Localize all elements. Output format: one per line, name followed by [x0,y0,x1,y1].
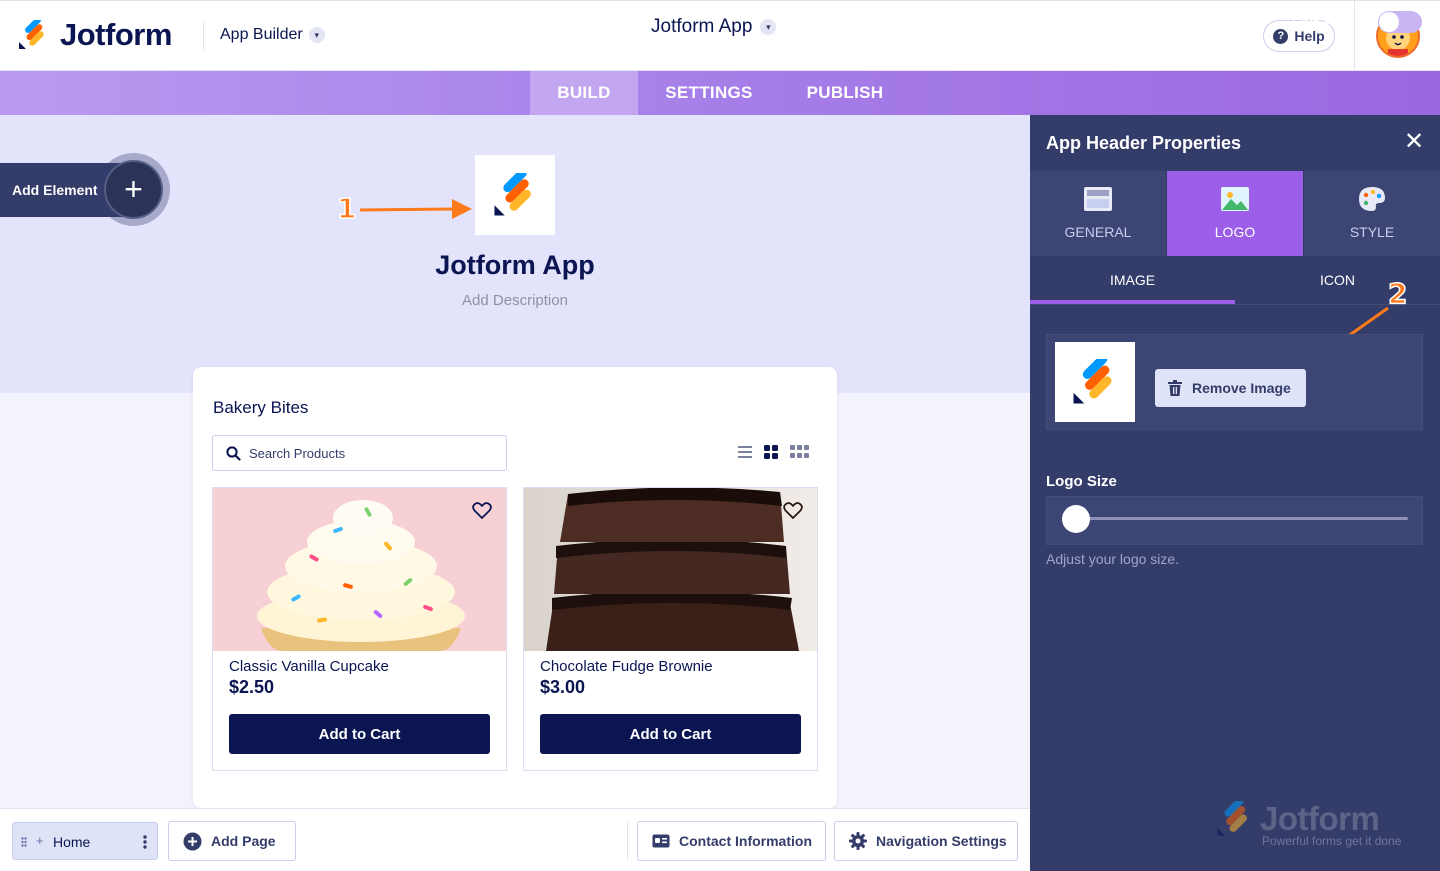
contact-information-button[interactable]: Contact Information [637,821,826,861]
add-element-label: Add Element [12,182,98,198]
tab-logo[interactable]: LOGO [1167,171,1303,256]
add-circle-icon [183,832,202,850]
jotform-logo-icon [1073,359,1112,404]
tab-settings[interactable]: SETTINGS [650,71,768,115]
jotform-logo[interactable]: Jotform [18,17,172,53]
watermark-brand: Jotform [1260,800,1380,837]
add-element-button[interactable]: + [104,160,163,219]
app-title-dropdown[interactable]: Jotform App ▾ [651,16,777,38]
subtab-image[interactable]: IMAGE [1030,256,1235,304]
tab-publish[interactable]: PUBLISH [790,71,900,115]
app-description[interactable]: Add Description [360,292,670,309]
app-title: Jotform App [651,16,753,37]
annotation-number-1: 1 [336,191,357,226]
favorite-heart-icon[interactable] [472,502,492,520]
add-page-label: Add Page [211,833,276,849]
navigation-settings-label: Navigation Settings [876,833,1007,849]
page-plus-icon: + [36,833,44,848]
product-price: $3.00 [540,677,586,697]
jotform-logo-icon [494,173,531,216]
product-card-brownie[interactable]: Chocolate Fudge Brownie $3.00 Add to Car… [523,487,818,771]
close-icon[interactable]: ✕ [1404,130,1424,154]
app-builder-dropdown[interactable]: App Builder ▾ [220,26,325,44]
brand-name: Jotform [60,17,172,52]
logo-size-field [1046,496,1423,545]
jotform-logo-icon [19,20,44,49]
view-toggle-group [738,445,810,459]
palette-icon [1359,187,1385,211]
product-name: Chocolate Fudge Brownie [540,658,713,675]
chevron-down-icon: ▾ [308,27,325,43]
product-price: $2.50 [229,677,275,697]
favorite-heart-icon[interactable] [783,502,803,520]
app-name[interactable]: Jotform App [360,250,670,281]
compact-grid-icon[interactable] [790,445,810,459]
contact-card-icon [652,834,670,848]
grid-view-icon[interactable] [764,445,778,459]
bottom-separator [627,822,628,860]
more-options-icon[interactable] [143,835,147,849]
toggle-knob [1379,12,1399,32]
search-input[interactable]: Search Products [212,435,507,471]
watermark-tagline: Powerful forms get it done [1262,834,1402,848]
gear-icon [849,832,867,850]
builder-nav: BUILD SETTINGS PUBLISH [0,71,1440,115]
annotation-arrow-1 [359,199,472,219]
app-logo[interactable] [475,155,555,235]
live-preview-toggle[interactable] [1378,11,1422,33]
chevron-down-icon: ▾ [760,19,777,35]
plus-icon: + [124,171,143,207]
search-icon [226,446,241,461]
logo-size-slider-handle[interactable] [1062,505,1090,533]
image-icon [1221,187,1249,211]
logo-size-hint: Adjust your logo size. [1046,551,1180,567]
page-label: Home [53,834,91,850]
header-separator [1354,0,1355,71]
drag-handle-icon[interactable] [21,837,27,847]
contact-information-label: Contact Information [679,833,812,849]
add-to-cart-button[interactable]: Add to Cart [229,714,490,754]
panel-divider [1030,304,1440,305]
trash-icon [1168,380,1182,396]
jotform-watermark-icon [1217,801,1247,836]
add-to-cart-button[interactable]: Add to Cart [540,714,801,754]
product-card-cupcake[interactable]: Classic Vanilla Cupcake $2.50 Add to Car… [212,487,507,771]
app-builder-label: App Builder [220,26,303,43]
help-icon: ? [1273,28,1289,44]
logo-size-label: Logo Size [1046,473,1117,490]
tab-style[interactable]: STYLE [1304,171,1440,256]
add-page-button[interactable]: Add Page [168,821,296,861]
live-preview-label: Live Preview [1292,14,1377,30]
header-divider [203,22,204,50]
help-label: Help [1294,28,1325,44]
tab-general[interactable]: GENERAL [1030,171,1166,256]
search-placeholder: Search Products [249,446,346,461]
cupcake-image [213,488,506,651]
tab-style-label: STYLE [1349,224,1395,240]
logo-subtabs: IMAGE ICON [1030,256,1440,304]
logo-thumbnail [1055,342,1135,422]
product-name: Classic Vanilla Cupcake [229,658,389,675]
brownie-image [524,488,817,651]
jotform-watermark: Jotform [1216,800,1380,838]
remove-image-button[interactable]: Remove Image [1155,369,1306,407]
tab-build[interactable]: BUILD [530,71,638,115]
layout-icon [1084,187,1112,211]
remove-image-label: Remove Image [1192,380,1291,396]
panel-title: App Header Properties [1046,133,1242,153]
page-tab-home[interactable]: + Home [12,822,158,860]
navigation-settings-button[interactable]: Navigation Settings [834,821,1018,861]
subtab-icon[interactable]: ICON [1235,256,1440,304]
tab-logo-label: LOGO [1214,224,1256,240]
store-title: Bakery Bites [213,398,309,417]
logo-size-track[interactable] [1062,517,1408,520]
list-view-icon[interactable] [738,446,752,458]
tab-general-label: GENERAL [1064,224,1132,240]
